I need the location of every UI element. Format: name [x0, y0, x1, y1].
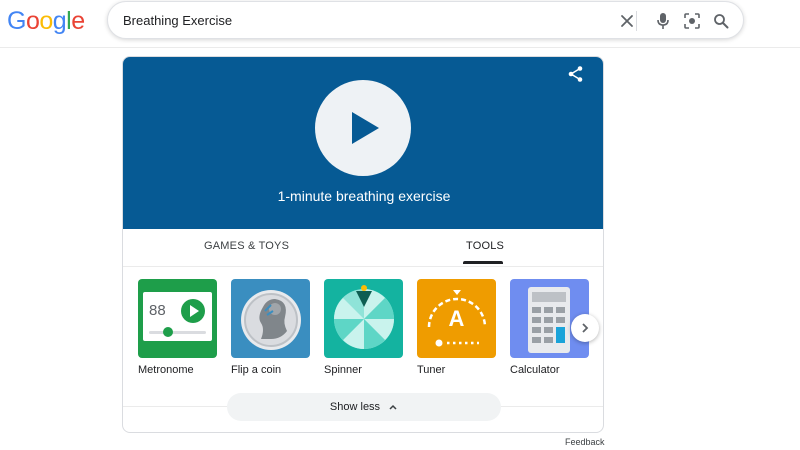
- calculator-label[interactable]: Calculator: [510, 364, 560, 376]
- search-divider: [636, 11, 637, 31]
- microphone-icon[interactable]: [652, 10, 674, 32]
- metronome-play-icon: [181, 299, 205, 323]
- logo-letter: e: [71, 7, 85, 35]
- show-less-label: Show less: [329, 401, 381, 413]
- metronome-icon: 88: [143, 292, 212, 341]
- active-tab-indicator: [463, 261, 503, 264]
- coin-icon: [241, 290, 301, 350]
- show-less-button[interactable]: Show less: [227, 393, 501, 421]
- feedback-link[interactable]: Feedback: [565, 437, 605, 447]
- tools-card: 1-minute breathing exercise GAMES & TOYS…: [122, 56, 604, 433]
- category-tabs: GAMES & TOYS TOOLS: [123, 229, 603, 267]
- flip-a-coin-tile[interactable]: [231, 279, 310, 358]
- share-icon[interactable]: [567, 65, 585, 88]
- tab-games-toys[interactable]: GAMES & TOYS: [204, 240, 289, 252]
- logo-letter: g: [52, 7, 67, 35]
- tuner-tile[interactable]: A: [417, 279, 496, 358]
- search-input[interactable]: Breathing Exercise: [123, 13, 232, 28]
- search-box[interactable]: Breathing Exercise: [107, 1, 744, 39]
- header-divider: [0, 47, 800, 48]
- spinner-tile[interactable]: [324, 279, 403, 358]
- metronome-label[interactable]: Metronome: [138, 364, 194, 376]
- clear-icon[interactable]: [616, 10, 638, 32]
- metronome-bpm: 88: [149, 302, 166, 319]
- tab-tools[interactable]: TOOLS: [466, 240, 504, 252]
- chevron-up-icon: [389, 404, 397, 410]
- carousel-next-button[interactable]: [571, 314, 599, 342]
- play-icon: [352, 112, 379, 144]
- chevron-right-icon: [582, 323, 589, 333]
- logo-letter: G: [7, 7, 26, 35]
- search-icon[interactable]: [710, 10, 732, 32]
- logo-letter: o: [25, 7, 40, 35]
- spinner-icon: [334, 285, 394, 349]
- metronome-tile[interactable]: 88: [138, 279, 217, 358]
- play-button[interactable]: [315, 80, 411, 176]
- metronome-slider-track: [149, 331, 206, 334]
- hero-title: 1-minute breathing exercise: [277, 188, 451, 204]
- lens-icon[interactable]: [681, 10, 703, 32]
- tuner-note: A: [448, 306, 465, 331]
- tuner-label[interactable]: Tuner: [417, 364, 445, 376]
- metronome-slider-handle: [163, 327, 173, 337]
- google-logo[interactable]: Google: [7, 7, 85, 36]
- spinner-label[interactable]: Spinner: [324, 364, 362, 376]
- breathing-exercise-hero[interactable]: 1-minute breathing exercise: [123, 57, 603, 229]
- logo-letter: o: [39, 7, 53, 35]
- flip-a-coin-label[interactable]: Flip a coin: [231, 364, 281, 376]
